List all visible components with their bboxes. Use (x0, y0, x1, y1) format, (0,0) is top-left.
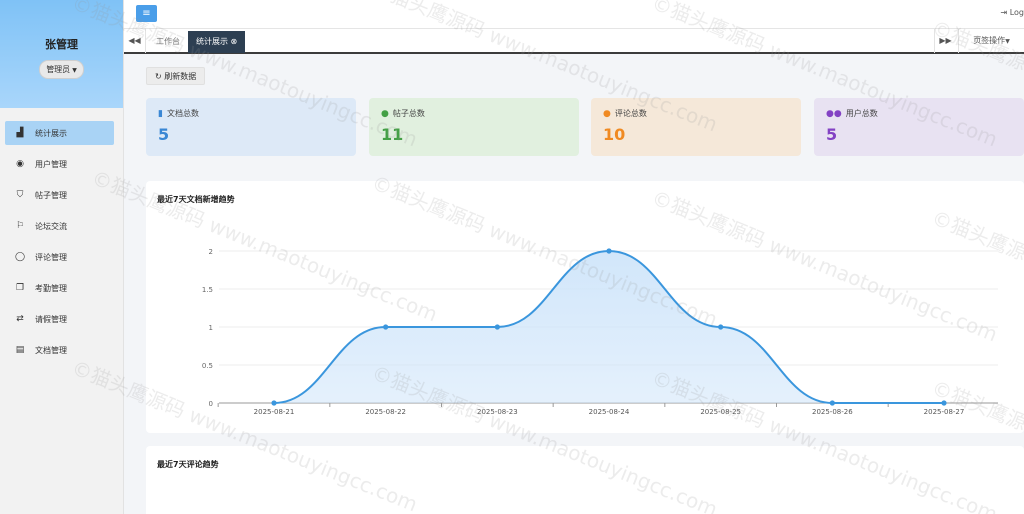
y-tick-label: 1 (209, 324, 213, 332)
sidebar-item-label: 统计展示 (35, 128, 67, 138)
double-left-icon[interactable]: ◀◀ (124, 29, 146, 53)
tab-statistics[interactable]: 统计展示 ⊗ (188, 31, 246, 53)
stat-value: 5 (826, 125, 838, 144)
sidebar-item-4[interactable]: ◯ 评论管理 (5, 245, 114, 269)
refresh-icon: ↻ (155, 72, 162, 81)
copy-icon: ❐ (15, 283, 25, 293)
close-icon[interactable]: ⊗ (231, 37, 238, 46)
bookmark-icon: ⛉ (16, 190, 24, 200)
main-content: ↻ 刷新数据 ▮ 文档总数 5 ● 帖子总数 11 ● 评论总数 10 ●● 用户总数 … (124, 56, 1024, 514)
users-icon: ●● (826, 108, 842, 119)
x-tick-label: 2025-08-22 (365, 408, 406, 416)
sidebar-item-7[interactable]: ▤ 文档管理 (5, 338, 114, 362)
double-right-icon[interactable]: ▶▶ (934, 29, 956, 53)
sidebar-item-3[interactable]: ⚐ 论坛交流 (5, 214, 114, 238)
sign-out-icon: ⇥ (1000, 8, 1008, 17)
sidebar-item-label: 评论管理 (35, 252, 67, 262)
sidebar-item-1[interactable]: ◉ 用户管理 (5, 152, 114, 176)
comments-icon: ● (381, 108, 389, 119)
x-tick-label: 2025-08-26 (812, 408, 853, 416)
user-profile: 张管理 管理员 ▼ (0, 0, 123, 108)
stat-card-users: ●● 用户总数 5 (814, 98, 1024, 156)
sidebar-item-label: 用户管理 (35, 159, 67, 169)
refresh-label: 刷新数据 (164, 72, 197, 81)
sidebar-item-label: 文档管理 (35, 345, 67, 355)
stat-label: 用户总数 (845, 109, 878, 118)
data-point (718, 324, 724, 330)
tab-statistics-label: 统计展示 (196, 37, 228, 46)
comment-icon: ● (603, 108, 611, 119)
sidebar-item-6[interactable]: ⇄ 请假管理 (5, 307, 114, 331)
role-label: 管理员 (46, 65, 71, 74)
caret-down-icon: ▼ (72, 67, 77, 74)
caret-down-icon: ▼ (1005, 38, 1010, 45)
sidebar-item-label: 帖子管理 (35, 190, 67, 200)
refresh-button[interactable]: ↻ 刷新数据 (146, 67, 206, 85)
document-icon: ▤ (15, 345, 25, 355)
data-point (606, 248, 612, 254)
data-point (941, 400, 947, 406)
sidebar-item-label: 考勤管理 (35, 283, 67, 293)
y-tick-label: 2 (209, 248, 213, 256)
x-tick-label: 2025-08-23 (477, 408, 518, 416)
flag-icon: ⚐ (15, 221, 25, 231)
panel-title: 最近7天评论趋势 (157, 460, 219, 469)
data-point (383, 324, 389, 330)
user-name: 张管理 (45, 38, 78, 51)
file-icon: ▮ (158, 108, 163, 119)
exchange-icon: ⇄ (16, 314, 24, 324)
tab-bar: ◀◀ 工作台 统计展示 ⊗ ▶▶ 页签操作▼ (124, 28, 1024, 54)
logout-label: Log (1009, 8, 1024, 17)
role-dropdown[interactable]: 管理员 ▼ (39, 60, 84, 79)
data-point (271, 400, 277, 406)
sidebar-menu: ▟ 统计展示 ◉ 用户管理 ⛉ 帖子管理 ⚐ 论坛交流 ◯ 评论管理 ❐ 考勤管理 ⇄ 请假管理 ▤ 文档管理 (0, 108, 123, 362)
tab-workbench[interactable]: 工作台 (148, 31, 188, 53)
sidebar-item-5[interactable]: ❐ 考勤管理 (5, 276, 114, 300)
y-tick-label: 1.5 (202, 286, 213, 294)
x-tick-label: 2025-08-25 (700, 408, 741, 416)
stat-value: 11 (381, 125, 404, 144)
comment-icon: ◯ (14, 252, 26, 262)
stat-value: 10 (603, 125, 626, 144)
stat-card-comments: ● 评论总数 10 (591, 98, 801, 156)
stat-card-posts: ● 帖子总数 11 (369, 98, 579, 156)
sidebar-item-2[interactable]: ⛉ 帖子管理 (5, 183, 114, 207)
y-tick-label: 0 (209, 400, 213, 408)
stat-card-documents: ▮ 文档总数 5 (146, 98, 356, 156)
sidebar-item-0[interactable]: ▟ 统计展示 (5, 121, 114, 145)
stat-label: 文档总数 (166, 109, 199, 118)
sidebar: 张管理 管理员 ▼ ▟ 统计展示 ◉ 用户管理 ⛉ 帖子管理 ⚐ 论坛交流 ◯ 评论管理 ❐ 考勤管理 ⇄… (0, 0, 124, 514)
comment-trend-panel: 最近7天评论趋势 (146, 446, 1024, 514)
sidebar-item-label: 论坛交流 (35, 221, 67, 231)
x-tick-label: 2025-08-21 (254, 408, 295, 416)
panel-title: 最近7天文档新增趋势 (157, 195, 235, 204)
x-tick-label: 2025-08-27 (924, 408, 965, 416)
data-point (494, 324, 500, 330)
document-trend-panel: 0 0.5 1 1.5 2 2025-08-21 2025-08-22 2025-08-23 2… (146, 181, 1024, 433)
user-circle-icon: ◉ (16, 159, 24, 169)
data-point (829, 400, 835, 406)
chart-area-icon: ▟ (16, 128, 24, 138)
y-tick-label: 0.5 (202, 362, 213, 370)
stat-label: 帖子总数 (392, 109, 425, 118)
document-trend-chart: 0 0.5 1 1.5 2 2025-08-21 2025-08-22 2025-08-23 2… (202, 248, 998, 416)
logout-link[interactable]: ⇥ Log (1000, 8, 1024, 17)
x-tick-label: 2025-08-24 (589, 408, 630, 416)
stat-label: 评论总数 (614, 109, 647, 118)
tab-ops-label: 页签操作 (973, 36, 1006, 45)
top-bar: ≡ ⇥ Log (124, 0, 1024, 28)
stat-value: 5 (158, 125, 170, 144)
hamburger-icon[interactable]: ≡ (136, 5, 157, 22)
sidebar-item-label: 请假管理 (35, 314, 67, 324)
tab-operations-dropdown[interactable]: 页签操作▼ (958, 29, 1024, 53)
